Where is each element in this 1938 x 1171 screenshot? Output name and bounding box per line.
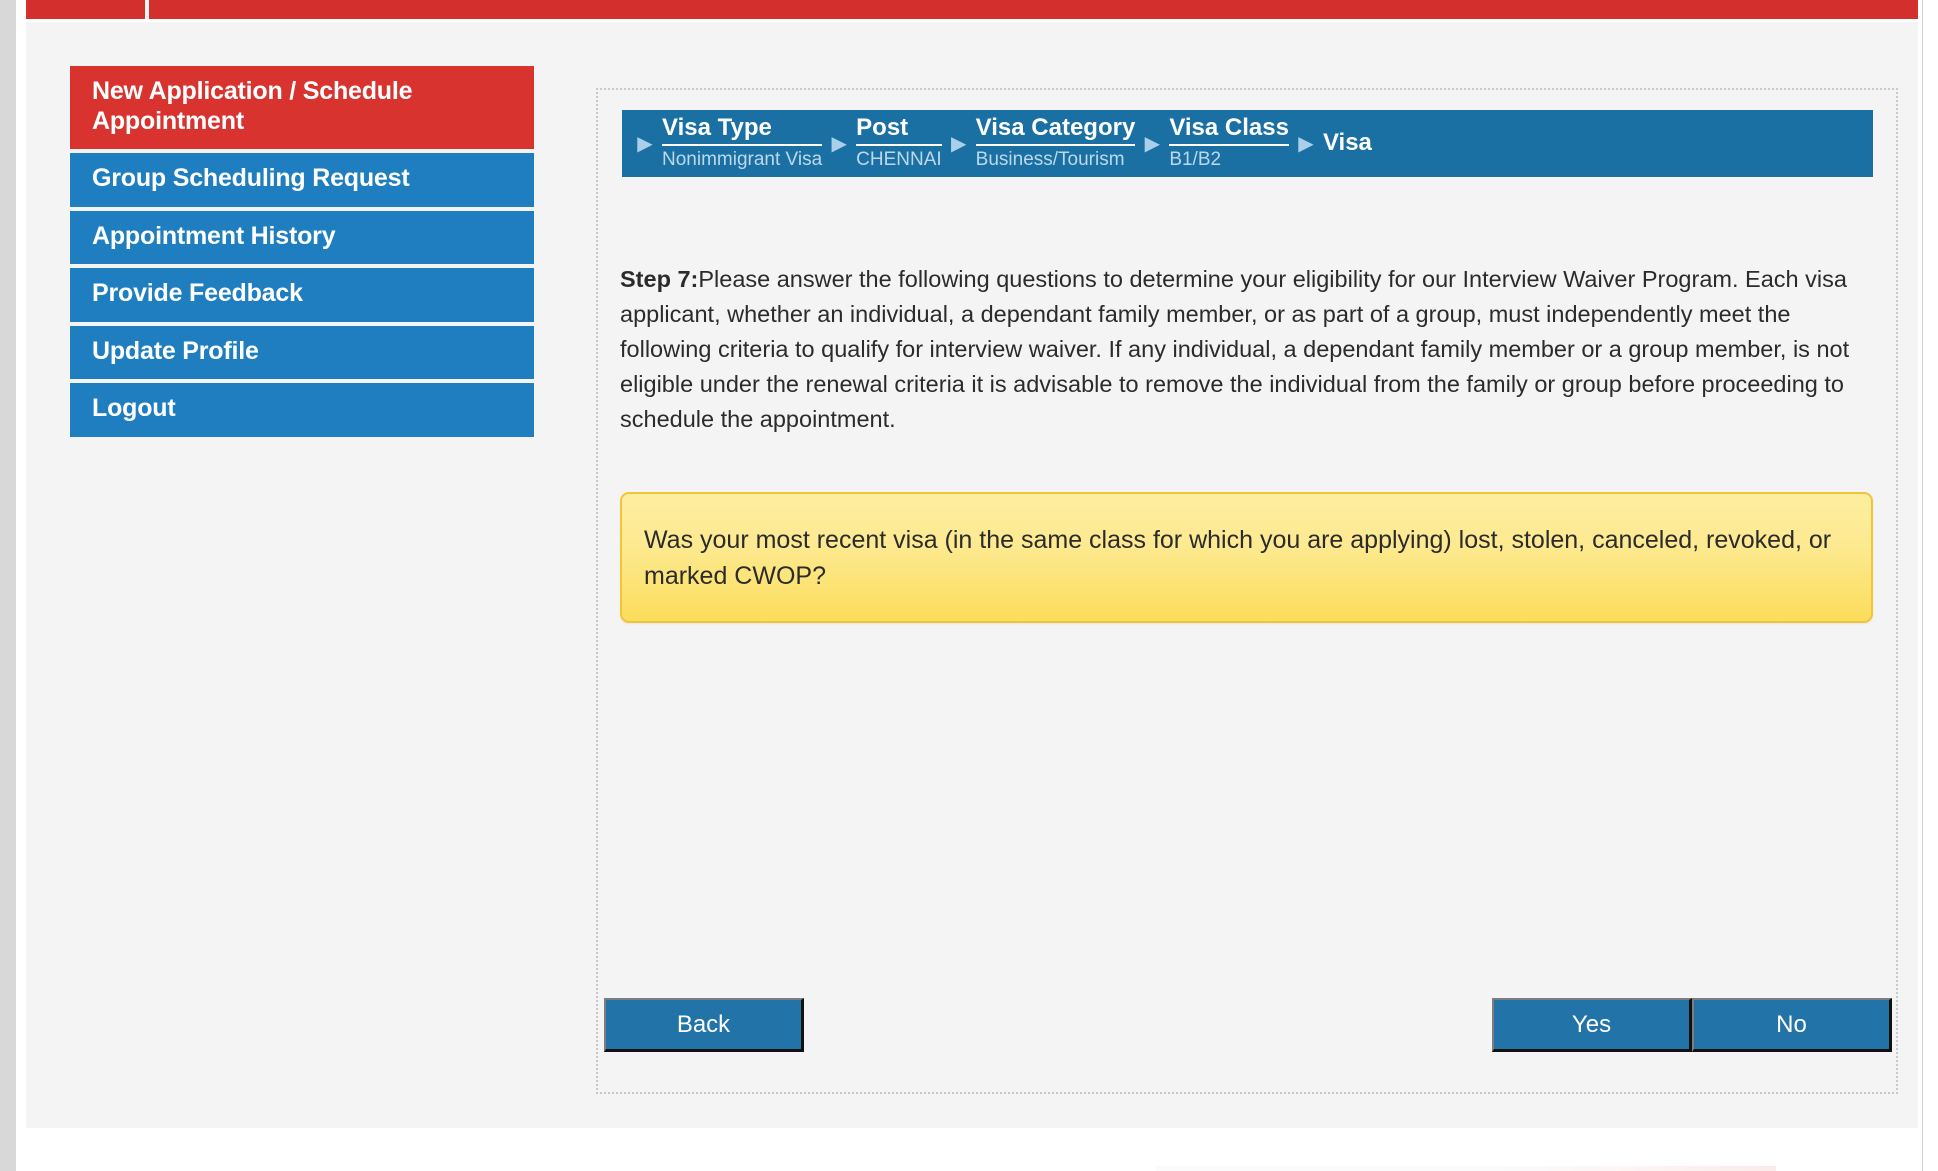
sidebar-item-logout[interactable]: Logout <box>70 383 534 437</box>
app-viewport: New Application / Schedule Appointment G… <box>0 0 1938 1171</box>
banner-divider <box>145 0 149 19</box>
top-red-banner <box>26 0 1918 19</box>
breadcrumb-step-label: Visa <box>1323 130 1372 157</box>
footer-band <box>1156 1166 1776 1171</box>
no-button[interactable]: No <box>1692 998 1892 1052</box>
chevron-right-icon: ▶ <box>1139 134 1165 154</box>
instruction-paragraph: Step 7:Please answer the following quest… <box>620 262 1876 437</box>
sidebar-item-provide-feedback[interactable]: Provide Feedback <box>70 268 534 322</box>
breadcrumb-step-value: CHENNAI <box>856 146 942 172</box>
chevron-right-icon: ▶ <box>946 134 972 154</box>
sidebar-item-update-profile[interactable]: Update Profile <box>70 326 534 380</box>
sidebar-nav: New Application / Schedule Appointment G… <box>70 66 534 437</box>
breadcrumb-step-label: Visa Type <box>662 115 822 146</box>
breadcrumb-step-visa[interactable]: Visa <box>1319 130 1376 157</box>
breadcrumb-step-label: Visa Class <box>1169 115 1289 146</box>
footer-cutoff-sliver <box>26 1160 1918 1171</box>
left-scrollbar-gutter[interactable] <box>0 0 16 1171</box>
breadcrumb-step-label: Visa Category <box>976 115 1136 146</box>
instruction-body: Please answer the following questions to… <box>620 266 1849 432</box>
chevron-right-icon: ▶ <box>632 134 658 154</box>
page-body: New Application / Schedule Appointment G… <box>26 22 1918 1128</box>
back-button[interactable]: Back <box>604 998 804 1052</box>
breadcrumb-step-value: B1/B2 <box>1169 146 1289 172</box>
sidebar-item-appointment-history[interactable]: Appointment History <box>70 211 534 265</box>
sidebar-item-group-scheduling-request[interactable]: Group Scheduling Request <box>70 153 534 207</box>
yes-button[interactable]: Yes <box>1492 998 1692 1052</box>
breadcrumb-step-visa-type[interactable]: Visa Type Nonimmigrant Visa <box>658 115 826 172</box>
breadcrumb-step-value: Nonimmigrant Visa <box>662 146 822 172</box>
breadcrumb-step-post[interactable]: Post CHENNAI <box>852 115 946 172</box>
step-label: Step 7: <box>620 266 698 292</box>
answer-button-group: Yes No <box>1492 998 1892 1052</box>
eligibility-question-text: Was your most recent visa (in the same c… <box>644 522 1847 595</box>
breadcrumb-step-visa-class[interactable]: Visa Class B1/B2 <box>1165 115 1293 172</box>
right-page-gutter <box>1922 0 1938 1171</box>
breadcrumb-step-visa-category[interactable]: Visa Category Business/Tourism <box>972 115 1140 172</box>
sidebar-item-new-application[interactable]: New Application / Schedule Appointment <box>70 66 534 149</box>
eligibility-question-box: Was your most recent visa (in the same c… <box>620 492 1873 623</box>
chevron-right-icon: ▶ <box>826 134 852 154</box>
chevron-right-icon: ▶ <box>1293 134 1319 154</box>
breadcrumb-step-label: Post <box>856 115 942 146</box>
breadcrumb: ▶ Visa Type Nonimmigrant Visa ▶ Post CHE… <box>622 110 1873 177</box>
breadcrumb-step-value: Business/Tourism <box>976 146 1136 172</box>
content-panel: ▶ Visa Type Nonimmigrant Visa ▶ Post CHE… <box>596 88 1898 1094</box>
